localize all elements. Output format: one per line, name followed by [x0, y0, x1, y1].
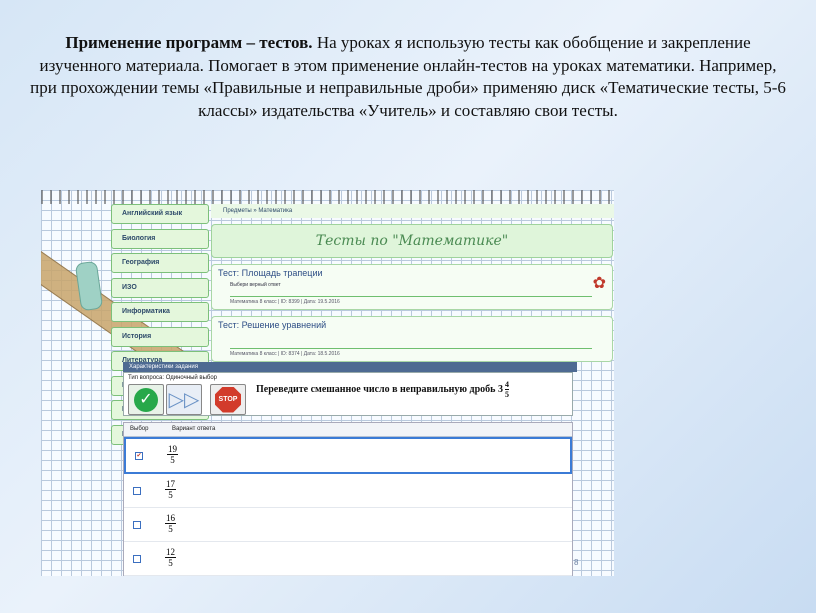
subject-item[interactable]: География	[111, 253, 209, 273]
subject-item[interactable]: Информатика	[111, 302, 209, 322]
fraction-denominator: 5	[168, 558, 173, 568]
tests-content: Предметы » Математика Тесты по "Математи…	[211, 204, 614, 374]
answer-checkbox[interactable]: ✔	[135, 452, 143, 460]
slide-heading: Применение программ – тестов.	[65, 33, 313, 52]
answer-row[interactable]: ✔ 19 5	[124, 437, 572, 474]
answer-fraction: 12 5	[165, 547, 176, 568]
test-meta: Математика 8 класс | ID: 8374 | Дата: 18…	[230, 351, 340, 357]
fraction-denominator: 5	[168, 524, 173, 534]
tests-header: Тесты по "Математике"	[211, 224, 613, 258]
screenshot-composite: Английский язык Биология География ИЗО Инфор…	[41, 190, 614, 576]
question-text: Переведите смешанное число в неправильну…	[256, 380, 509, 399]
page-number: 8	[574, 558, 579, 567]
fraction-numerator: 17	[165, 479, 176, 490]
fraction-numerator: 16	[165, 513, 176, 524]
test-card[interactable]: Тест: Площадь трапеции Выбери верный отв…	[211, 264, 613, 310]
answer-checkbox[interactable]	[133, 521, 141, 529]
test-subtitle: Выбери верный ответ	[230, 282, 281, 288]
task-properties-bar: Характеристики задания	[123, 362, 577, 372]
next-button[interactable]: ▷▷	[166, 384, 202, 415]
col-choice: Выбор	[130, 426, 149, 432]
breadcrumb: Предметы » Математика	[211, 204, 614, 218]
answer-row[interactable]: 17 5	[124, 474, 572, 508]
subject-item[interactable]: ИЗО	[111, 277, 209, 298]
answer-fraction: 17 5	[165, 479, 176, 500]
question-dialog: Тип вопроса: Одиночный выбор ✓ ▷▷ STOP П…	[123, 372, 573, 416]
answer-rows: ✔ 19 5 17 5 16 5 12 5	[124, 437, 572, 576]
test-meta: Математика 8 класс | ID: 8399 | Дата: 19…	[230, 299, 340, 305]
checkmark-icon: ✓	[134, 387, 158, 412]
test-title[interactable]: Тест: Площадь трапеции	[218, 268, 323, 278]
col-variant: Вариант ответа	[172, 426, 216, 432]
subject-item[interactable]: Английский язык	[111, 204, 209, 224]
slide-text: Применение программ – тестов. На уроках …	[30, 32, 786, 122]
test-card[interactable]: Тест: Решение уравнений Математика 8 кла…	[211, 316, 613, 362]
subject-item[interactable]: История	[111, 326, 209, 347]
notebook-spiral	[41, 190, 614, 204]
answer-fraction: 19 5	[167, 444, 178, 465]
fraction-denominator: 5	[168, 490, 173, 500]
answers-header: Выбор Вариант ответа	[124, 423, 572, 437]
mixed-whole: 3	[497, 383, 503, 395]
fraction-denominator: 5	[504, 390, 509, 399]
answer-row[interactable]: 16 5	[124, 508, 572, 542]
question-type: Тип вопроса: Одиночный выбор	[128, 375, 218, 381]
double-arrow-icon: ▷▷	[168, 389, 200, 411]
answer-checkbox[interactable]	[133, 487, 141, 495]
fraction-numerator: 4	[504, 380, 509, 390]
divider	[230, 348, 592, 349]
divider	[230, 296, 592, 297]
answer-fraction: 16 5	[165, 513, 176, 534]
answer-row[interactable]: 12 5	[124, 542, 572, 576]
stop-button[interactable]: STOP	[210, 384, 246, 415]
answers-table: Выбор Вариант ответа ✔ 19 5 17 5 16 5 12 5	[123, 422, 573, 576]
flower-icon: ✿	[592, 275, 606, 292]
subject-item[interactable]: Биология	[111, 228, 209, 249]
fraction-numerator: 19	[167, 444, 178, 455]
stop-sign-icon: STOP	[215, 386, 241, 413]
fraction-numerator: 12	[165, 547, 176, 558]
test-title[interactable]: Тест: Решение уравнений	[218, 320, 326, 330]
answer-checkbox[interactable]	[133, 555, 141, 563]
question-label: Переведите смешанное число в неправильну…	[256, 383, 496, 395]
confirm-button[interactable]: ✓	[128, 384, 164, 415]
mixed-fraction: 45	[504, 380, 509, 399]
fraction-denominator: 5	[170, 455, 175, 465]
